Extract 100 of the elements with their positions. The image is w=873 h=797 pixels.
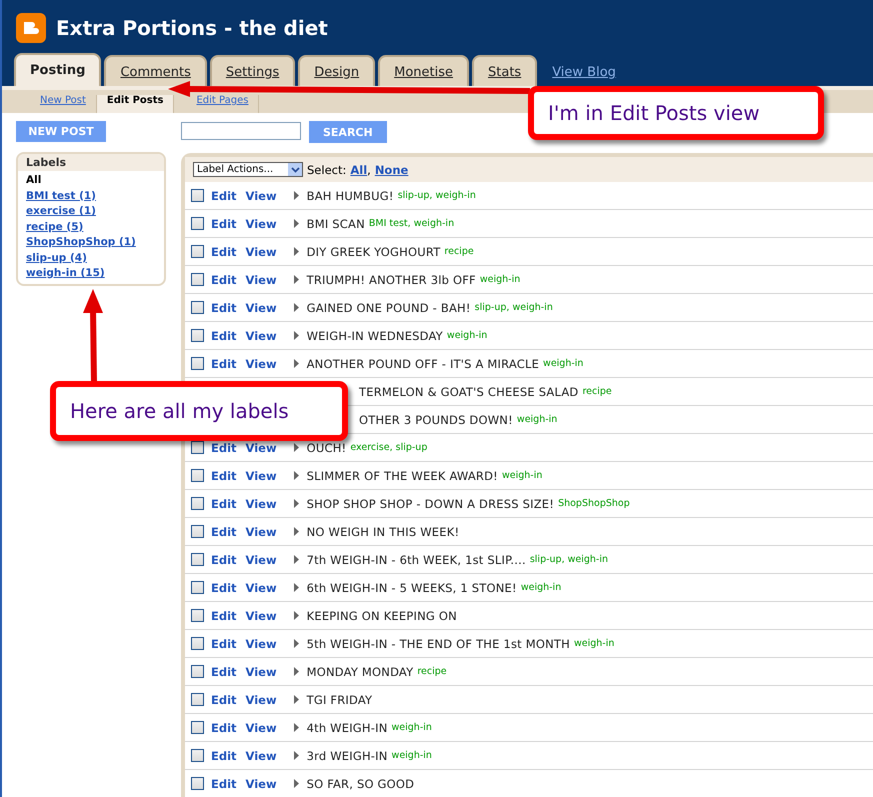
post-checkbox[interactable] (191, 329, 204, 342)
expand-arrow-icon[interactable] (294, 443, 299, 452)
label-link[interactable]: exercise (1) (26, 204, 156, 218)
edit-link[interactable]: Edit (211, 188, 237, 202)
view-link[interactable]: View (246, 524, 277, 538)
post-checkbox[interactable] (191, 497, 204, 510)
expand-arrow-icon[interactable] (294, 275, 299, 284)
expand-arrow-icon[interactable] (294, 723, 299, 732)
view-link[interactable]: View (246, 440, 277, 454)
post-checkbox[interactable] (191, 245, 204, 258)
edit-link[interactable]: Edit (211, 664, 237, 678)
edit-link[interactable]: Edit (211, 692, 237, 706)
post-checkbox[interactable] (191, 525, 204, 538)
post-checkbox[interactable] (191, 441, 204, 454)
expand-arrow-icon[interactable] (294, 751, 299, 760)
label-actions-dropdown[interactable]: Label Actions... (193, 162, 303, 177)
edit-link[interactable]: Edit (211, 720, 237, 734)
edit-link[interactable]: Edit (211, 244, 237, 258)
expand-arrow-icon[interactable] (294, 331, 299, 340)
post-checkbox[interactable] (191, 217, 204, 230)
nav-tab[interactable]: Monetise (378, 55, 470, 86)
expand-arrow-icon[interactable] (294, 779, 299, 788)
nav-tab[interactable]: Stats (472, 55, 538, 86)
select-all-link[interactable]: All (350, 162, 368, 176)
label-link[interactable]: BMI test (1) (26, 188, 156, 203)
edit-link[interactable]: Edit (211, 300, 237, 314)
expand-arrow-icon[interactable] (294, 611, 299, 620)
post-checkbox[interactable] (191, 469, 204, 482)
post-checkbox[interactable] (191, 581, 204, 594)
nav-tab[interactable]: Settings (210, 55, 296, 86)
expand-arrow-icon[interactable] (294, 583, 299, 592)
post-checkbox[interactable] (191, 189, 204, 202)
edit-link[interactable]: Edit (211, 608, 237, 622)
view-link[interactable]: View (246, 496, 277, 510)
view-link[interactable]: View (246, 356, 277, 370)
view-link[interactable]: View (246, 328, 277, 342)
post-checkbox[interactable] (191, 273, 204, 286)
post-checkbox[interactable] (191, 553, 204, 566)
edit-link[interactable]: Edit (211, 440, 237, 454)
expand-arrow-icon[interactable] (294, 471, 299, 480)
view-link[interactable]: View (246, 468, 277, 482)
expand-arrow-icon[interactable] (294, 555, 299, 564)
label-link[interactable]: ShopShopShop (1) (26, 235, 156, 250)
nav-tab[interactable]: Posting (14, 53, 102, 86)
expand-arrow-icon[interactable] (294, 247, 299, 256)
edit-link[interactable]: Edit (211, 496, 237, 510)
view-link[interactable]: View (246, 692, 277, 706)
expand-arrow-icon[interactable] (294, 695, 299, 704)
search-field[interactable] (181, 122, 301, 140)
expand-arrow-icon[interactable] (294, 667, 299, 676)
label-link[interactable]: All (26, 173, 156, 188)
select-none-link[interactable]: None (374, 162, 408, 176)
post-checkbox[interactable] (191, 301, 204, 314)
view-link[interactable]: View (246, 776, 277, 790)
edit-link[interactable]: Edit (211, 468, 237, 482)
post-checkbox[interactable] (191, 665, 204, 678)
view-link[interactable]: View (246, 748, 277, 762)
view-link[interactable]: View (246, 244, 277, 258)
post-checkbox[interactable] (191, 609, 204, 622)
view-link[interactable]: View (246, 608, 277, 622)
view-link[interactable]: View (246, 300, 277, 314)
edit-link[interactable]: Edit (211, 636, 237, 650)
post-checkbox[interactable] (191, 357, 204, 370)
view-link[interactable]: View (246, 636, 277, 650)
view-link[interactable]: View (246, 664, 277, 678)
label-link[interactable]: weigh-in (15) (26, 266, 156, 280)
view-link[interactable]: View (246, 552, 277, 566)
post-checkbox[interactable] (191, 721, 204, 734)
edit-link[interactable]: Edit (211, 748, 237, 762)
expand-arrow-icon[interactable] (294, 639, 299, 648)
view-link[interactable]: View (246, 720, 277, 734)
expand-arrow-icon[interactable] (294, 219, 299, 228)
expand-arrow-icon[interactable] (294, 191, 299, 200)
edit-link[interactable]: Edit (211, 272, 237, 286)
edit-link[interactable]: Edit (211, 356, 237, 370)
edit-link[interactable]: Edit (211, 580, 237, 594)
edit-link[interactable]: Edit (211, 328, 237, 342)
expand-arrow-icon[interactable] (294, 359, 299, 368)
view-link[interactable]: View (246, 580, 277, 594)
sub-tab[interactable]: Edit Posts (96, 95, 174, 113)
post-checkbox[interactable] (191, 637, 204, 650)
post-labels: weigh-in (392, 722, 432, 733)
post-checkbox[interactable] (191, 777, 204, 790)
post-checkbox[interactable] (191, 749, 204, 762)
view-link[interactable]: View (246, 272, 277, 286)
view-link[interactable]: View (246, 188, 277, 202)
view-link[interactable]: View (246, 216, 277, 230)
edit-link[interactable]: Edit (211, 776, 237, 790)
view-blog-link[interactable]: View Blog (540, 65, 616, 86)
expand-arrow-icon[interactable] (294, 527, 299, 536)
post-checkbox[interactable] (191, 693, 204, 706)
edit-link[interactable]: Edit (211, 216, 237, 230)
expand-arrow-icon[interactable] (294, 303, 299, 312)
label-link[interactable]: recipe (5) (26, 220, 156, 234)
nav-tab[interactable]: Design (298, 55, 376, 86)
nav-tab[interactable]: Comments (104, 55, 207, 86)
label-link[interactable]: slip-up (4) (26, 250, 156, 265)
edit-link[interactable]: Edit (211, 524, 237, 538)
edit-link[interactable]: Edit (211, 552, 237, 566)
expand-arrow-icon[interactable] (294, 499, 299, 508)
